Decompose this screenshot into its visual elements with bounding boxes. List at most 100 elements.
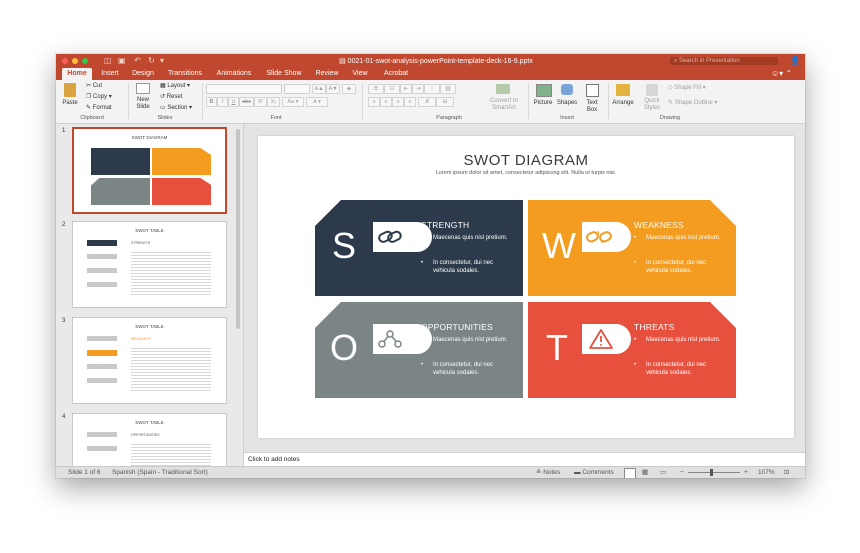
tab-animations[interactable]: Animations bbox=[212, 68, 256, 80]
sidebar-toggle-icon[interactable]: ◫ bbox=[104, 56, 112, 65]
slide-thumbnail-2[interactable]: SWOT TABLE STRENGTH bbox=[72, 221, 227, 308]
tab-home[interactable]: Home bbox=[62, 68, 92, 80]
network-icon bbox=[378, 330, 402, 348]
text-box-button[interactable]: Text Box bbox=[580, 100, 604, 114]
slide-title[interactable]: SWOT DIAGRAM bbox=[258, 152, 794, 169]
zoom-in-button[interactable]: + bbox=[744, 467, 748, 478]
textbox-icon[interactable] bbox=[586, 84, 599, 97]
decrease-indent-button[interactable]: ⇤ bbox=[400, 84, 412, 94]
section-button[interactable]: ▭ Section ▾ bbox=[160, 105, 192, 112]
cut-button[interactable]: ✂ Cut bbox=[86, 83, 102, 90]
paste-icon[interactable] bbox=[64, 83, 76, 97]
align-left-button[interactable]: ≡ bbox=[368, 97, 380, 107]
slide-thumbnail-3[interactable]: SWOT TABLE WEAKNESS bbox=[72, 317, 227, 404]
opportunities-letter: O bbox=[329, 327, 358, 368]
shrink-font-button[interactable]: A▼ bbox=[326, 84, 340, 94]
comments-toggle-button[interactable]: ▬ Comments bbox=[574, 467, 614, 478]
slide-thumbnail-1[interactable]: SWOT DIAGRAM bbox=[72, 127, 227, 214]
quick-styles-icon[interactable] bbox=[646, 84, 658, 96]
opportunities-block[interactable]: O OPPORTUNITIES Maecenas quis nisl preti… bbox=[315, 302, 523, 398]
thumbnails-scrollbar[interactable] bbox=[236, 129, 240, 329]
feedback-smiley-icon[interactable]: ☺▾ ⌃ bbox=[771, 69, 792, 78]
threats-block[interactable]: T THREATS Maecenas quis nisl pretium. In… bbox=[528, 302, 736, 398]
reset-button[interactable]: ↺ Reset bbox=[160, 94, 182, 101]
increase-indent-button[interactable]: ⇥ bbox=[412, 84, 424, 94]
search-presentation-input[interactable]: ⌕ Search in Presentation bbox=[670, 57, 778, 65]
tab-transitions[interactable]: Transitions bbox=[164, 68, 206, 80]
subscript-button[interactable]: X₂ bbox=[267, 97, 280, 107]
save-icon[interactable]: ▣ bbox=[118, 56, 126, 65]
clear-formatting-button[interactable]: ◈ bbox=[342, 84, 356, 94]
copy-button[interactable]: ❐ Copy ▾ bbox=[86, 94, 112, 101]
reading-view-button[interactable]: ▭ bbox=[660, 467, 666, 478]
align-text-button[interactable]: ⊟ bbox=[436, 97, 454, 107]
picture-icon[interactable] bbox=[536, 84, 552, 97]
zoom-window-button[interactable] bbox=[82, 58, 88, 64]
zoom-slider[interactable] bbox=[688, 472, 740, 473]
arrange-button[interactable]: Arrange bbox=[610, 100, 636, 107]
layout-button[interactable]: ▦ Layout ▾ bbox=[160, 83, 190, 90]
bullets-button[interactable]: ☰ bbox=[368, 84, 384, 94]
align-center-button[interactable]: ≡ bbox=[380, 97, 392, 107]
paragraph-group-label: Paragraph bbox=[436, 115, 462, 121]
picture-button[interactable]: Picture bbox=[530, 100, 556, 107]
tab-slide-show[interactable]: Slide Show bbox=[262, 68, 306, 80]
customize-toolbar-icon[interactable]: ▾ bbox=[160, 56, 164, 65]
align-right-button[interactable]: ≡ bbox=[392, 97, 404, 107]
strength-block[interactable]: S STRENGTH Maecenas quis nisl pretium. I… bbox=[315, 200, 523, 296]
underline-button[interactable]: U bbox=[228, 97, 239, 107]
font-color-button[interactable]: A ▾ bbox=[306, 97, 328, 107]
zoom-level[interactable]: 107% bbox=[758, 467, 775, 478]
italic-button[interactable]: I bbox=[217, 97, 228, 107]
text-direction-button[interactable]: ⇵ bbox=[418, 97, 436, 107]
superscript-button[interactable]: X² bbox=[254, 97, 267, 107]
tab-insert[interactable]: Insert bbox=[96, 68, 124, 80]
share-person-icon[interactable]: 👤 bbox=[790, 56, 800, 65]
tab-view[interactable]: View bbox=[348, 68, 372, 80]
slide-subtitle[interactable]: Lorem ipsum dolor sit amet, consectetur … bbox=[258, 170, 794, 176]
line-spacing-button[interactable]: ↕ bbox=[424, 84, 440, 94]
close-window-button[interactable] bbox=[62, 58, 68, 64]
quick-styles-button[interactable]: Quick Styles bbox=[638, 98, 666, 112]
tab-design[interactable]: Design bbox=[128, 68, 158, 80]
notes-placeholder[interactable]: Click to add notes bbox=[244, 456, 300, 463]
paste-button[interactable]: Paste bbox=[58, 100, 82, 107]
shape-outline-button[interactable]: ✎ Shape Outline ▾ bbox=[668, 100, 717, 107]
zoom-slider-thumb[interactable] bbox=[710, 469, 713, 476]
shapes-icon[interactable] bbox=[561, 84, 573, 95]
drawing-group-label: Drawing bbox=[659, 115, 681, 121]
current-slide[interactable]: SWOT DIAGRAM Lorem ipsum dolor sit amet,… bbox=[258, 136, 794, 438]
zoom-out-button[interactable]: − bbox=[680, 467, 684, 478]
language-indicator[interactable]: Spanish (Spain - Traditional Sort) bbox=[112, 467, 208, 478]
columns-button[interactable]: ▥ bbox=[440, 84, 456, 94]
shape-fill-button[interactable]: ◇ Shape Fill ▾ bbox=[668, 85, 706, 92]
grow-font-button[interactable]: A▲ bbox=[312, 84, 326, 94]
numbering-button[interactable]: ☷ bbox=[384, 84, 400, 94]
convert-smartart-button[interactable]: Convert to SmartArt bbox=[484, 98, 524, 112]
format-painter-button[interactable]: ✎ Format bbox=[86, 105, 112, 112]
change-case-button[interactable]: Aa ▾ bbox=[282, 97, 304, 107]
bold-button[interactable]: B bbox=[206, 97, 217, 107]
shapes-button[interactable]: Shapes bbox=[554, 100, 580, 107]
slide-thumbnail-4[interactable]: SWOT TABLE OPPORTUNITIES bbox=[72, 413, 227, 466]
tab-review[interactable]: Review bbox=[312, 68, 342, 80]
new-slide-icon[interactable] bbox=[136, 83, 150, 94]
font-name-select[interactable] bbox=[206, 84, 282, 94]
justify-button[interactable]: ≡ bbox=[404, 97, 416, 107]
fit-to-window-icon[interactable]: ⊡ bbox=[784, 467, 789, 478]
strength-heading: STRENGTH bbox=[421, 220, 470, 230]
notes-toggle-button[interactable]: ≜ Notes bbox=[536, 467, 560, 478]
tab-acrobat[interactable]: Acrobat bbox=[378, 68, 414, 80]
minimize-window-button[interactable] bbox=[72, 58, 78, 64]
undo-icon[interactable]: ↶ bbox=[134, 56, 141, 65]
notes-pane[interactable]: Click to add notes bbox=[244, 452, 805, 467]
weakness-block[interactable]: W WEAKNESS Maecenas quis nisl pretium. I… bbox=[528, 200, 736, 296]
strikethrough-button[interactable]: abc bbox=[239, 97, 254, 107]
normal-view-button[interactable] bbox=[624, 468, 636, 478]
smartart-icon[interactable] bbox=[496, 84, 510, 94]
arrange-icon[interactable] bbox=[616, 84, 630, 96]
redo-icon[interactable]: ↻ bbox=[148, 56, 155, 65]
font-size-select[interactable] bbox=[284, 84, 310, 94]
slide-sorter-view-button[interactable]: ▦ bbox=[642, 467, 648, 478]
new-slide-button[interactable]: New Slide bbox=[130, 97, 156, 111]
